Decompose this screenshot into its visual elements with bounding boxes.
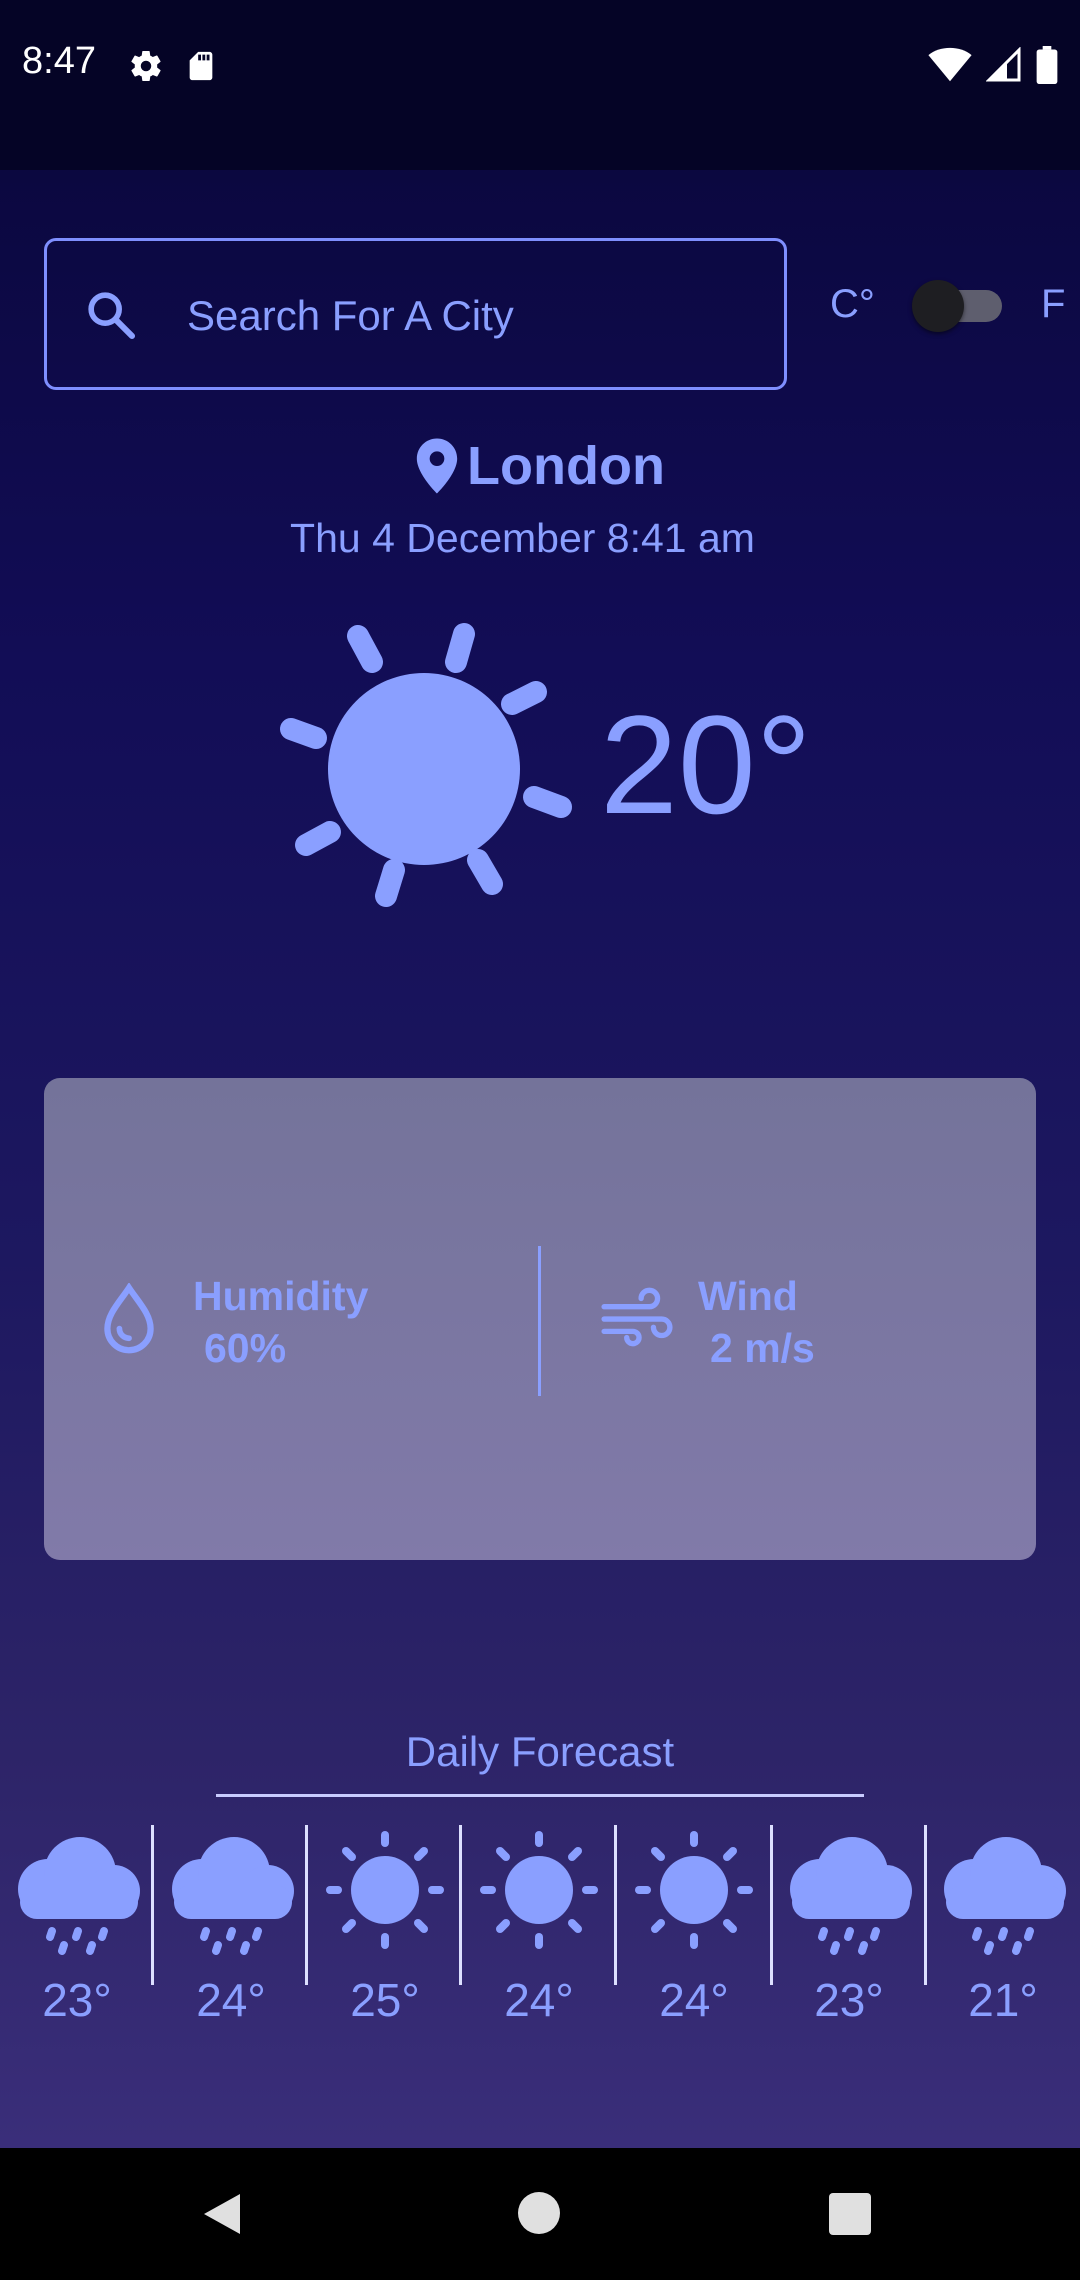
rain-cloud-icon — [790, 1837, 912, 1955]
city-name: London — [467, 436, 665, 496]
rain-cloud-icon — [18, 1837, 140, 1955]
status-right-icons — [928, 46, 1058, 84]
forecast-day: 25° — [308, 1825, 462, 2026]
current-temperature: 20° — [600, 686, 812, 843]
forecast-day: 24° — [617, 1825, 771, 2026]
location-row: London — [0, 435, 1080, 497]
humidity-value: 60% — [204, 1325, 287, 1371]
date-time: Thu 4 December 8:41 am — [290, 515, 755, 561]
forecast-day: 23° — [772, 1825, 926, 2026]
forecast-day: 24° — [154, 1825, 308, 2026]
forecast-title: Daily Forecast — [405, 1728, 675, 1775]
sun-icon — [326, 1831, 444, 1949]
toggle-thumb[interactable] — [912, 280, 964, 332]
forecast-underline — [216, 1794, 864, 1797]
location-pin-icon — [416, 438, 458, 494]
wind-label: Wind — [698, 1273, 798, 1319]
status-bar: 8:47 — [0, 0, 1080, 170]
forecast-temp: 21° — [968, 1974, 1038, 2026]
sun-icon — [480, 1831, 598, 1949]
forecast-temp: 23° — [814, 1974, 884, 2026]
forecast-temp: 24° — [504, 1974, 574, 2026]
forecast-temp: 23° — [42, 1974, 112, 2026]
fahrenheit-label: F — [1041, 282, 1066, 326]
celsius-label: C° — [830, 282, 875, 326]
navigation-bar — [0, 2148, 1080, 2280]
droplet-icon — [104, 1283, 154, 1354]
home-icon[interactable] — [518, 2192, 560, 2234]
search-input[interactable] — [187, 281, 747, 351]
sun-icon — [635, 1831, 753, 1949]
forecast-day: 24° — [462, 1825, 616, 2026]
humidity-label: Humidity — [193, 1273, 369, 1319]
forecast-day: 23° — [0, 1825, 154, 2026]
wifi-icon — [928, 47, 972, 82]
wind-value: 2 m/s — [710, 1325, 815, 1371]
rain-cloud-icon — [944, 1837, 1066, 1955]
rain-cloud-icon — [172, 1837, 294, 1955]
search-icon — [88, 292, 136, 340]
recent-apps-icon[interactable] — [829, 2193, 871, 2235]
search-box[interactable] — [44, 238, 787, 390]
card-divider — [538, 1246, 541, 1396]
weather-app: C° F London Thu 4 December 8:41 am 20° H — [0, 170, 1080, 2148]
forecast-temp: 24° — [659, 1974, 729, 2026]
forecast-temp: 24° — [196, 1974, 266, 2026]
status-time: 8:47 — [22, 40, 96, 82]
forecast-day: 21° — [926, 1825, 1080, 2026]
unit-toggle[interactable] — [912, 280, 1004, 332]
gear-icon — [131, 51, 161, 82]
forecast-temp: 25° — [350, 1974, 420, 2026]
details-card: Humidity 60% Wind 2 m/s — [44, 1078, 1036, 1560]
sd-card-icon — [189, 51, 213, 81]
status-left-icons — [128, 48, 218, 84]
back-icon[interactable] — [200, 2190, 244, 2238]
wind-icon — [601, 1287, 673, 1347]
battery-icon — [1036, 46, 1058, 84]
signal-icon — [986, 47, 1021, 82]
forecast-row: 23° 24° 25° 24° 24° 23° 21° — [0, 1825, 1080, 2026]
sun-icon — [280, 623, 572, 907]
